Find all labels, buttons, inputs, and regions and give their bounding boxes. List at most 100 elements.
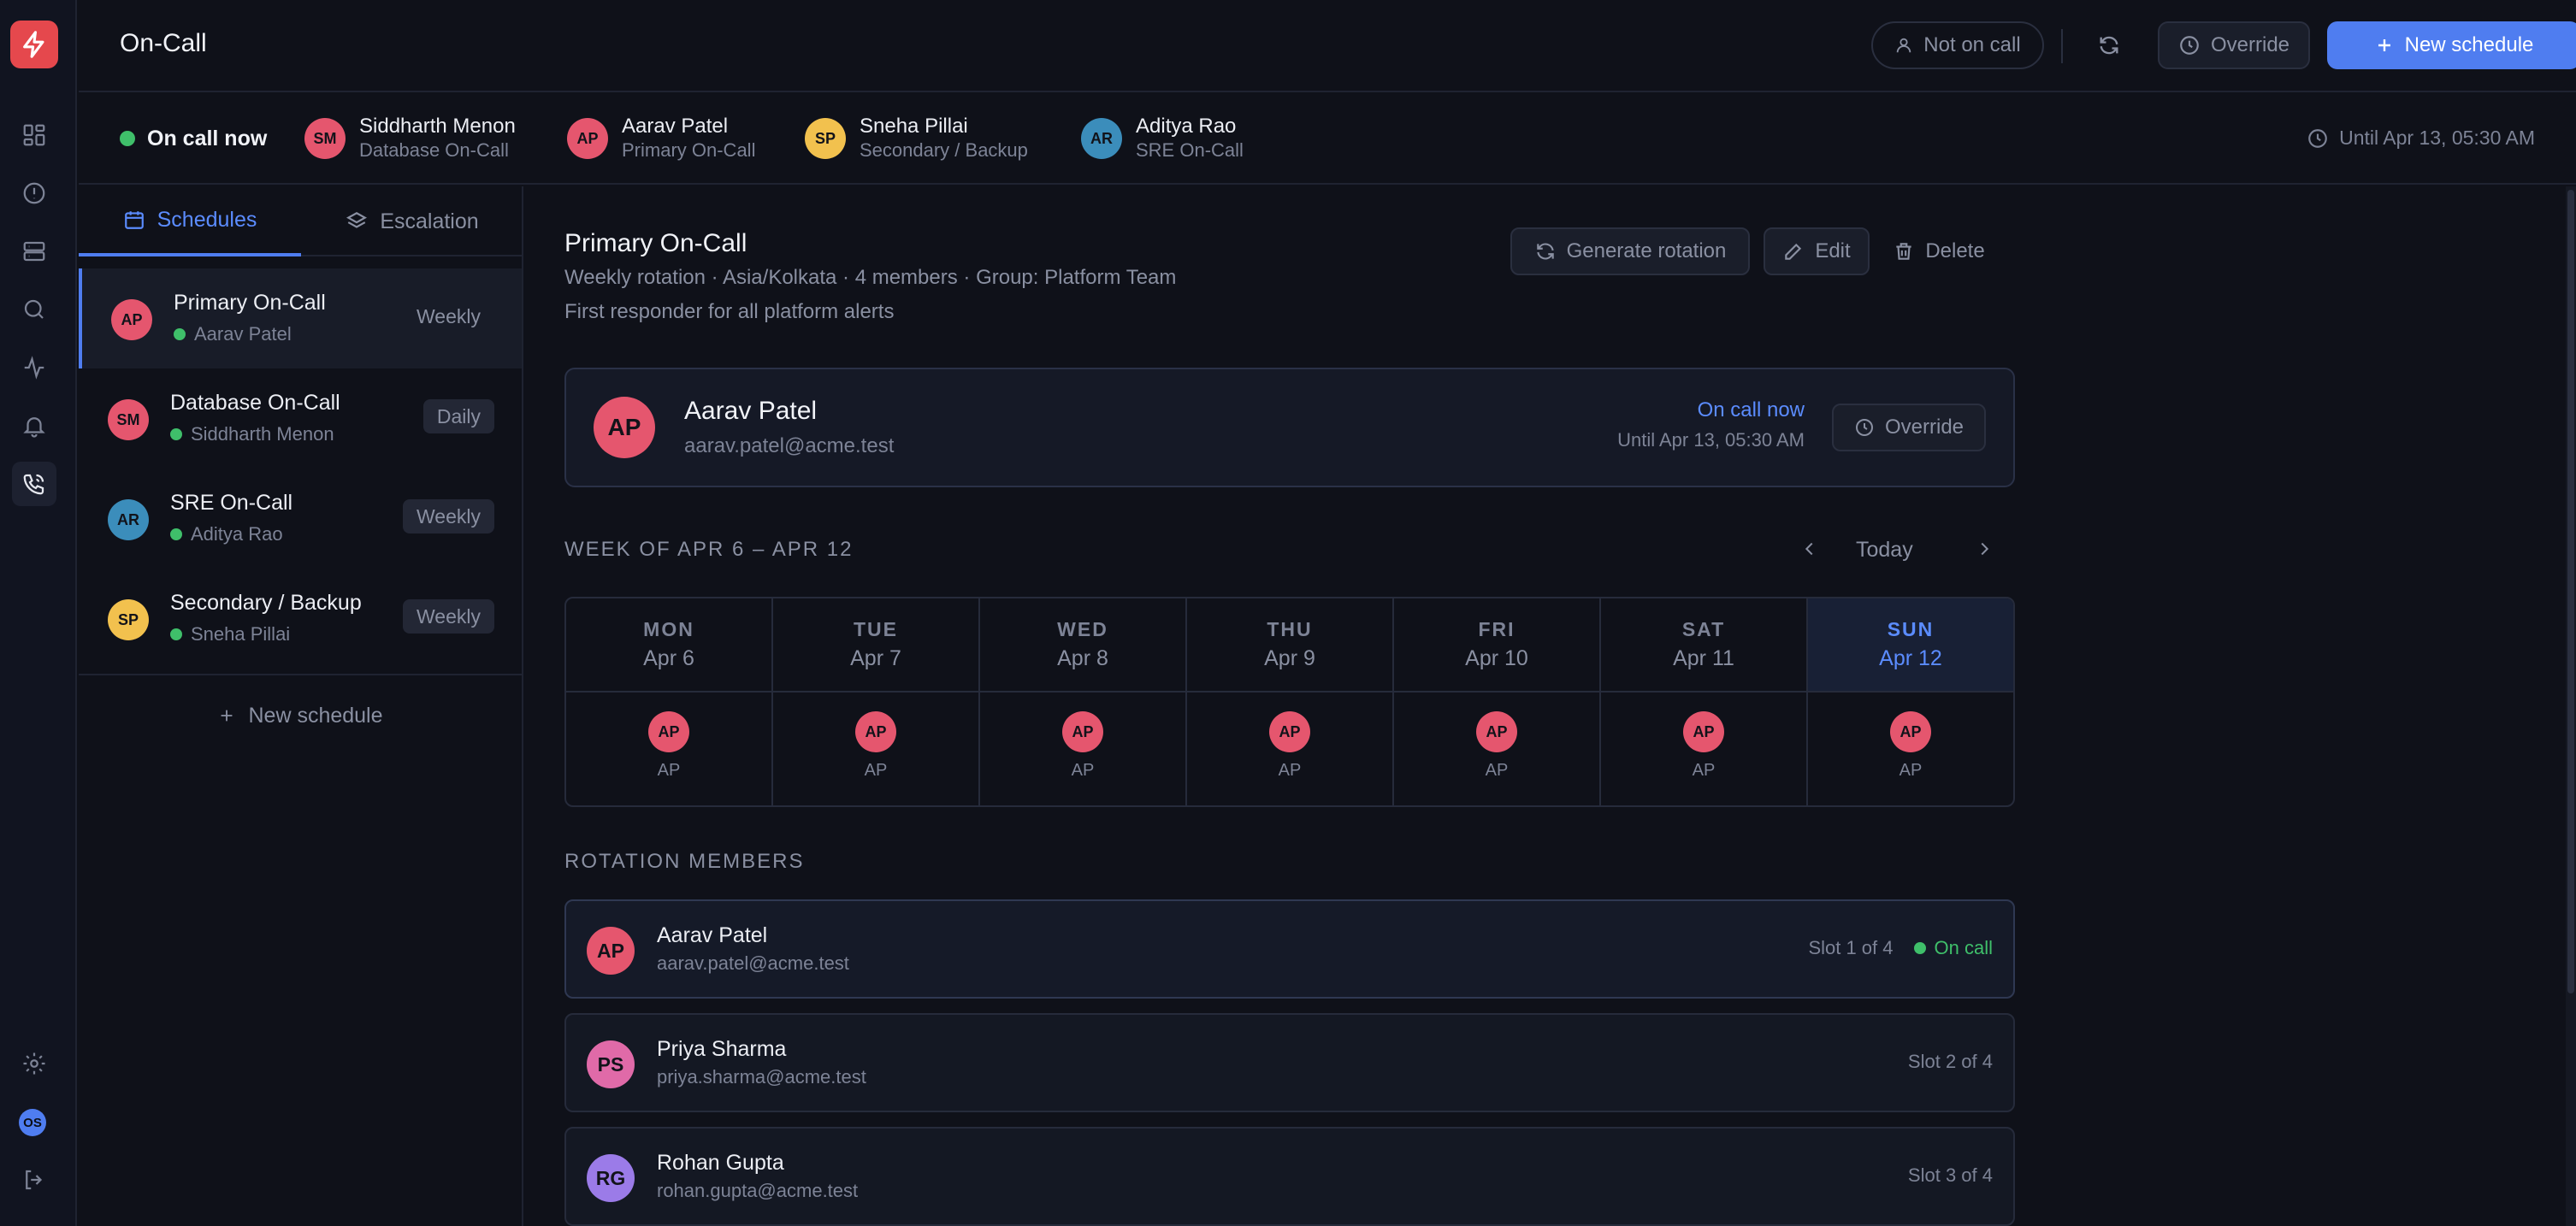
day-date: Apr 6 (643, 646, 694, 670)
edit-button[interactable]: Edit (1764, 227, 1870, 275)
member-slot: Slot 3 of 4 (1907, 1164, 1993, 1186)
layers-icon (346, 212, 368, 228)
schedule-oncall: Aarav Patel (174, 323, 292, 345)
tab-label: Schedules (157, 207, 257, 232)
pencil-icon (1785, 243, 1802, 260)
week-calendar: MON Apr 6 AP AP TUE Apr 7 AP AP WED Apr 8 AP A… (564, 597, 2015, 807)
activity-icon[interactable] (12, 345, 56, 390)
delete-button[interactable]: Delete (1883, 227, 1994, 275)
tab-escalation[interactable]: Escalation (301, 186, 523, 256)
member-email: aarav.patel@acme.test (657, 952, 849, 974)
avatar: AP (1476, 711, 1517, 752)
new-schedule-button[interactable]: New schedule (2327, 21, 2576, 69)
sidebar-divider (79, 674, 522, 675)
calendar-day-wed[interactable]: WED Apr 8 AP AP (980, 598, 1187, 805)
scrollbar-thumb[interactable] (2567, 190, 2574, 993)
not-on-call-label: Not on call (1923, 33, 2021, 56)
delete-label: Delete (1925, 239, 1985, 262)
on-call-person[interactable]: SM Siddharth Menon Database On-Call (304, 113, 516, 164)
avatar: SP (805, 118, 846, 159)
alert-circle-icon[interactable] (12, 171, 56, 215)
new-schedule-link[interactable]: New schedule (79, 694, 522, 737)
page-title: On-Call (120, 29, 207, 57)
today-button[interactable]: Today (1856, 538, 1913, 563)
oncall-name: Aditya Rao (191, 523, 283, 545)
day-name: WED (1057, 618, 1108, 640)
generate-rotation-button[interactable]: Generate rotation (1510, 227, 1750, 275)
day-assignee: AP (657, 761, 681, 780)
schedule-item-secondary[interactable]: SP Secondary / Backup Sneha Pillai Weekl… (79, 569, 522, 669)
schedule-name: SRE On-Call (170, 491, 293, 515)
member-row[interactable]: RG Rohan Gupta rohan.gupta@acme.test Slo… (564, 1127, 2015, 1226)
server-icon[interactable] (12, 229, 56, 274)
avatar: PS (587, 1040, 635, 1088)
previous-week-button[interactable] (1793, 532, 1827, 566)
day-name: SUN (1887, 618, 1935, 640)
user-avatar[interactable]: OS (19, 1109, 46, 1136)
day-assignee: AP (1278, 761, 1302, 780)
day-assignee: AP (1692, 761, 1716, 780)
schedule-meta: Weekly rotation · Asia/Kolkata · 4 membe… (564, 266, 1177, 289)
day-date: Apr 10 (1465, 646, 1528, 670)
member-name: Aarav Patel (657, 923, 768, 947)
frequency-badge: Weekly (403, 499, 494, 533)
schedule-item-database[interactable]: SM Database On-Call Siddharth Menon Dail… (79, 368, 522, 469)
dashboard-icon[interactable] (12, 113, 56, 157)
clock-icon (1855, 419, 1873, 436)
settings-gear-icon[interactable] (12, 1041, 56, 1086)
day-date: Apr 7 (850, 646, 901, 670)
oncall-name: Sneha Pillai (191, 623, 291, 645)
member-row[interactable]: AP Aarav Patel aarav.patel@acme.test Slo… (564, 899, 2015, 999)
member-meta: Slot 3 of 4 (1908, 1164, 1993, 1187)
current-override-button[interactable]: Override (1832, 404, 1986, 451)
oncall-name: Aarav Patel (194, 323, 292, 345)
member-row[interactable]: PS Priya Sharma priya.sharma@acme.test S… (564, 1013, 2015, 1112)
member-email: priya.sharma@acme.test (657, 1066, 866, 1087)
oncall-name: Siddharth Menon (191, 423, 334, 445)
calendar-day-sun[interactable]: SUN Apr 12 AP AP (1808, 598, 2013, 805)
not-on-call-button[interactable]: Not on call (1871, 21, 2044, 69)
member-email: rohan.gupta@acme.test (657, 1180, 859, 1201)
on-call-person[interactable]: AP Aarav Patel Primary On-Call (567, 113, 755, 164)
person-schedule: Database On-Call (359, 139, 509, 161)
schedule-item-sre[interactable]: AR SRE On-Call Aditya Rao Weekly (79, 469, 522, 569)
phone-icon[interactable] (12, 462, 56, 506)
calendar-day-thu[interactable]: THU Apr 9 AP AP (1187, 598, 1394, 805)
member-slot: Slot 2 of 4 (1907, 1051, 1993, 1072)
schedule-item-primary[interactable]: AP Primary On-Call Aarav Patel Weekly (79, 268, 522, 368)
plus-icon (222, 710, 233, 722)
calendar-day-sat[interactable]: SAT Apr 11 AP AP (1601, 598, 1808, 805)
new-schedule-label: New schedule (248, 703, 383, 728)
day-name: MON (643, 618, 694, 640)
override-button[interactable]: Override (2158, 21, 2310, 69)
refresh-icon (2100, 36, 2118, 55)
avatar: SM (304, 118, 346, 159)
calendar-day-fri[interactable]: FRI Apr 10 AP AP (1394, 598, 1601, 805)
refresh-button[interactable] (2085, 21, 2133, 69)
until-time: Until Apr 13, 05:30 AM (2307, 127, 2535, 150)
calendar-day-tue[interactable]: TUE Apr 7 AP AP (773, 598, 980, 805)
day-assignee: AP (1485, 761, 1509, 780)
person-name: Sneha Pillai (860, 115, 968, 138)
chevron-left-icon (1805, 542, 1813, 556)
member-meta: Slot 1 of 4 On call (1808, 937, 1993, 959)
calendar-day-mon[interactable]: MON Apr 6 AP AP (566, 598, 773, 805)
bell-icon[interactable] (12, 404, 56, 448)
avatar: AP (1683, 711, 1724, 752)
header-divider (2061, 29, 2063, 63)
search-icon[interactable] (12, 287, 56, 332)
person-schedule: Secondary / Backup (860, 139, 1028, 161)
schedule-description: First responder for all platform alerts (564, 300, 895, 323)
app-logo[interactable] (10, 21, 58, 68)
on-call-person[interactable]: SP Sneha Pillai Secondary / Backup (805, 113, 1028, 164)
on-call-person[interactable]: AR Aditya Rao SRE On-Call (1081, 113, 1244, 164)
left-rail: OS (0, 0, 77, 1226)
trash-icon (1896, 243, 1911, 260)
avatar: SP (108, 599, 149, 640)
frequency-badge: Weekly (417, 304, 481, 327)
member-slot: Slot 1 of 4 (1808, 937, 1894, 958)
logout-icon[interactable] (12, 1158, 56, 1202)
avatar: AP (648, 711, 689, 752)
next-week-button[interactable] (1967, 532, 2001, 566)
tab-schedules[interactable]: Schedules (79, 186, 301, 256)
